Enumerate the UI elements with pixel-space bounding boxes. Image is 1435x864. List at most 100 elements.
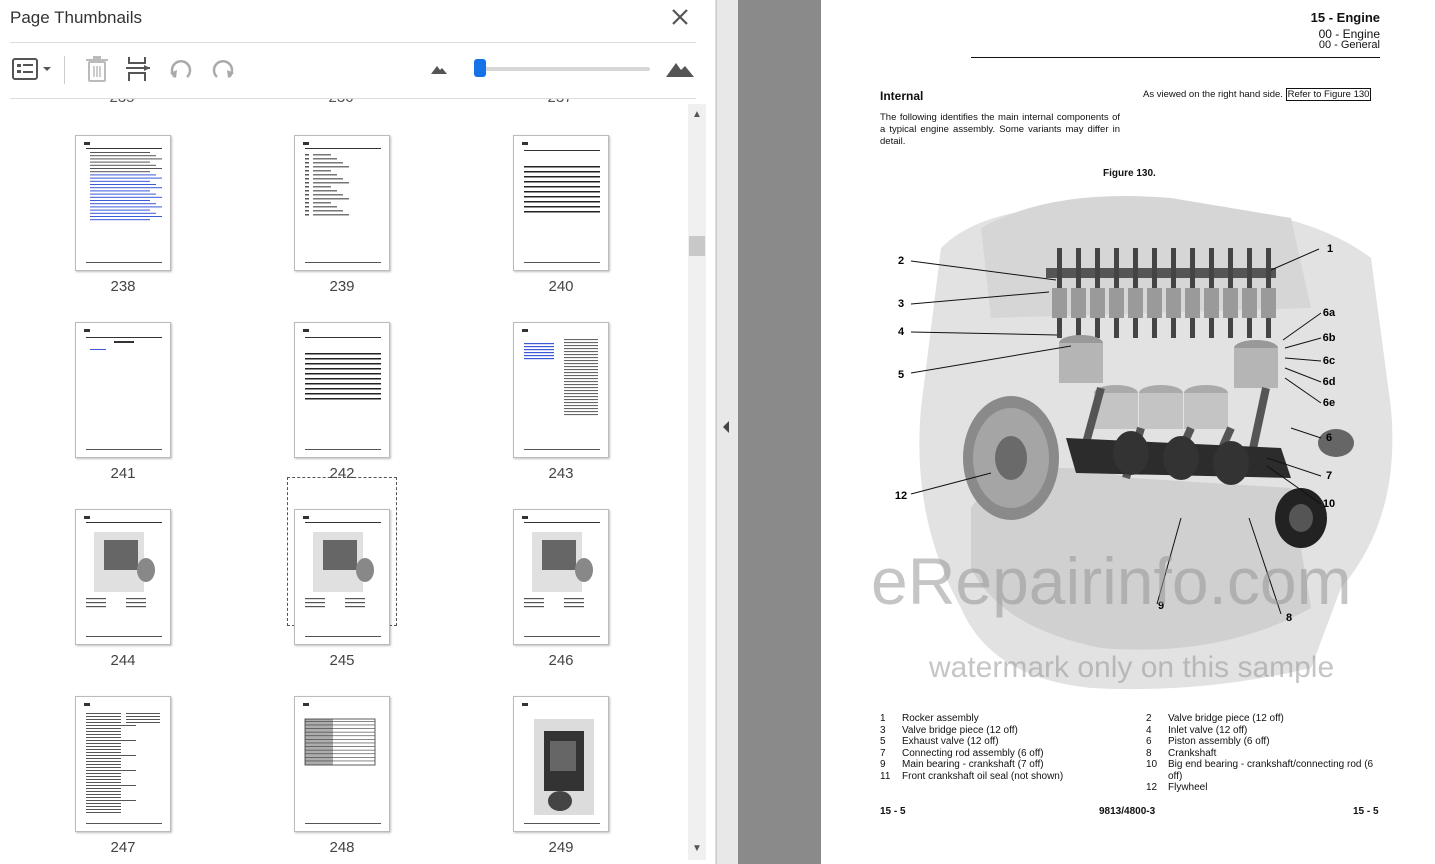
- page-label: 235: [92, 99, 152, 106]
- callout-number: 7: [1326, 470, 1332, 482]
- page-label: 238: [110, 278, 136, 295]
- page-label: 239: [329, 278, 355, 295]
- page-thumbnail[interactable]: [513, 696, 609, 832]
- thumbnail-toolbar: [0, 48, 716, 92]
- insert-page-icon: [126, 57, 150, 81]
- callout-number: 6: [1326, 432, 1332, 444]
- thumbnail-size-slider[interactable]: [478, 67, 650, 71]
- thumbnail-preview: [84, 516, 162, 637]
- view-note: As viewed on the right hand side. Refer …: [1143, 88, 1372, 101]
- page-thumbnail[interactable]: [75, 509, 171, 645]
- title-divider: [10, 42, 696, 43]
- rotate-clockwise-icon: [212, 60, 234, 78]
- slider-handle[interactable]: [474, 59, 486, 77]
- mountain-small-icon: [431, 66, 447, 74]
- toolbar-divider: [64, 56, 65, 84]
- section-title: Internal: [880, 89, 924, 103]
- scroll-up-button[interactable]: ▲: [688, 106, 706, 124]
- page-label: 243: [548, 465, 574, 482]
- close-icon: [672, 9, 688, 25]
- figure-title: Figure 130.: [1103, 168, 1156, 179]
- legend-number: 6: [1146, 736, 1152, 747]
- legend-number: 8: [1146, 747, 1152, 759]
- page-label: 241: [110, 465, 136, 482]
- scrollbar-thumb[interactable]: [689, 236, 705, 256]
- mountain-large-icon: [666, 63, 694, 77]
- callout-number: 2: [898, 255, 904, 267]
- page-label: 244: [110, 652, 136, 669]
- callout-number: 10: [1323, 498, 1335, 510]
- rotate-ccw-button[interactable]: [166, 54, 196, 84]
- app-window: Page Thumbnails 238 239 240 241 242 243 …: [0, 0, 1435, 864]
- thumbnail-preview: [522, 516, 600, 637]
- zoom-in-thumbnails-button[interactable]: [664, 54, 696, 84]
- page-label: 249: [548, 839, 574, 856]
- trash-icon: [86, 56, 108, 82]
- valve-spring: [1242, 288, 1257, 318]
- thumbnail-preview: [84, 703, 162, 824]
- page-thumbnail[interactable]: [75, 135, 171, 271]
- watermark-text: eRepairinfo.com: [871, 544, 1352, 618]
- page-thumbnail[interactable]: [294, 696, 390, 832]
- rotate-counterclockwise-icon: [170, 60, 192, 78]
- header-rule: [971, 57, 1380, 58]
- view-note-text: As viewed on the right hand side.: [1143, 89, 1283, 100]
- legend-text: Main bearing - crankshaft (7 off): [902, 759, 1044, 770]
- page-thumbnail[interactable]: [75, 322, 171, 458]
- page-thumbnail[interactable]: [513, 135, 609, 271]
- page-thumbnail[interactable]: [513, 322, 609, 458]
- page-thumbnail[interactable]: [75, 696, 171, 832]
- valve-spring: [1185, 288, 1200, 318]
- legend-number: 10: [1146, 759, 1158, 770]
- valve-spring: [1166, 288, 1181, 318]
- collapse-panel-button[interactable]: [721, 420, 731, 437]
- legend-number: 12: [1146, 782, 1158, 793]
- footer-doc-number: 9813/4800-3: [1099, 806, 1156, 817]
- thumbnail-preview: [522, 142, 600, 263]
- valve-spring: [1071, 288, 1086, 318]
- legend-number: 11: [880, 770, 891, 782]
- callout-number: 12: [895, 490, 907, 502]
- vertical-scrollbar[interactable]: ▲ ▼: [688, 104, 706, 860]
- page-thumbnail[interactable]: [294, 509, 390, 645]
- valve-spring: [1261, 288, 1276, 318]
- valve-spring: [1090, 288, 1105, 318]
- legend-text: Valve bridge piece (12 off): [1168, 713, 1284, 724]
- panel-title: Page Thumbnails: [10, 8, 142, 27]
- scroll-down-button[interactable]: ▼: [688, 840, 706, 858]
- thumbnail-preview: [303, 329, 381, 450]
- thumbnail-preview: [522, 329, 600, 450]
- zoom-out-thumbnails-button[interactable]: [428, 54, 450, 84]
- page-thumbnail[interactable]: [513, 509, 609, 645]
- callout-number: 4: [898, 326, 905, 338]
- options-button[interactable]: [10, 54, 54, 84]
- legend-text: Inlet valve (12 off): [1168, 724, 1248, 736]
- insert-page-button[interactable]: [122, 54, 154, 84]
- legend-text: Rocker assembly: [902, 713, 979, 724]
- thumbnail-preview: [303, 516, 381, 637]
- page-label: 247: [110, 839, 136, 856]
- legend-number: 2: [1146, 713, 1152, 724]
- valve-spring: [1147, 288, 1162, 318]
- delete-page-button[interactable]: [82, 54, 112, 84]
- legend-number: 4: [1146, 724, 1152, 736]
- legend-number: 9: [880, 759, 886, 770]
- footer-page-left: 15 - 5: [880, 806, 906, 817]
- engine-figure: 1 2 3 4 5 6a 6b 6c 6d 6e 6 7 10 12 9 8 eRepairinfo.com …: [871, 188, 1431, 694]
- callout-number: 6c: [1323, 355, 1335, 367]
- rotate-cw-button[interactable]: [208, 54, 238, 84]
- thumbnail-grid: 235 236 237 2382392402412422432442452462…: [0, 99, 706, 864]
- page-label: 248: [329, 839, 355, 856]
- page-label: 246: [548, 652, 574, 669]
- intro-paragraph: The following identifies the main intern…: [880, 112, 1120, 147]
- figure-reference-link[interactable]: Refer to Figure 130: [1285, 88, 1372, 101]
- page-thumbnail[interactable]: [294, 322, 390, 458]
- page-label: 245: [329, 652, 355, 669]
- valve-spring: [1128, 288, 1143, 318]
- thumbnails-panel: Page Thumbnails 238 239 240 241 242 243 …: [0, 0, 716, 864]
- callout-number: 1: [1327, 243, 1333, 255]
- close-panel-button[interactable]: [668, 5, 692, 29]
- document-viewer-background: [738, 0, 821, 864]
- legend-number: 3: [880, 724, 886, 736]
- page-thumbnail[interactable]: [294, 135, 390, 271]
